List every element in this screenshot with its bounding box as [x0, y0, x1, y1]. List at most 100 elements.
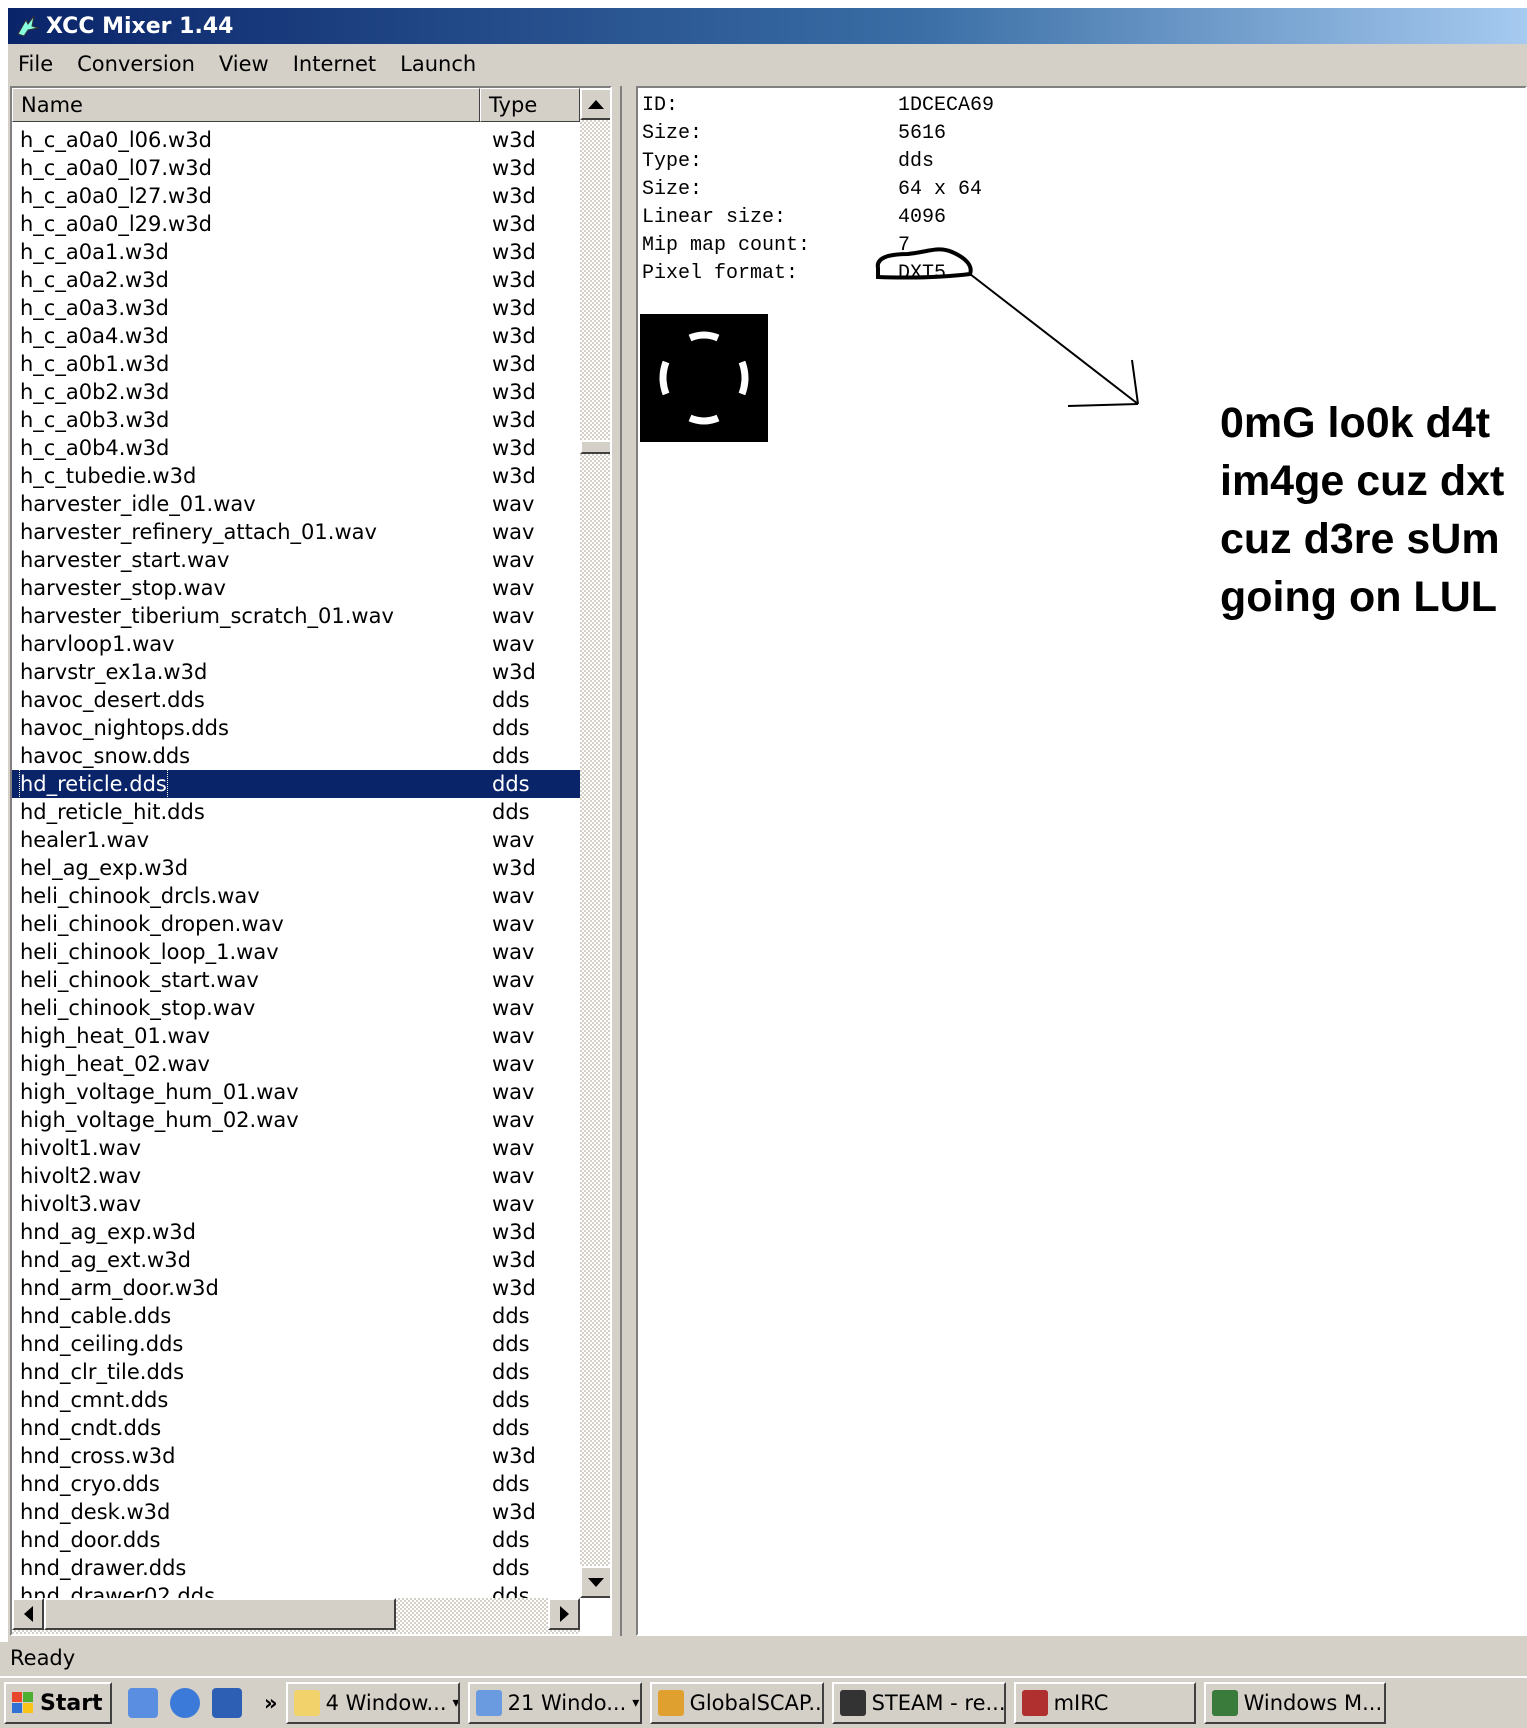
taskbar-button[interactable]: Windows M... [1203, 1682, 1386, 1724]
file-name: h_c_a0a0_l29.w3d [20, 212, 212, 236]
vertical-scrollbar[interactable] [580, 88, 610, 1598]
taskbar-button[interactable]: GlobalSCAP... [649, 1682, 824, 1724]
annotation-text: 0mG lo0k d4t im4ge cuz dxt cuz d3re sUm … [1220, 394, 1520, 626]
file-name: hnd_ag_ext.w3d [20, 1248, 191, 1272]
file-row[interactable]: high_heat_02.wav wav [12, 1050, 580, 1078]
scroll-down-button[interactable] [580, 1566, 610, 1598]
file-row[interactable]: hnd_cross.w3d w3d [12, 1442, 580, 1470]
file-row[interactable]: high_voltage_hum_01.wav wav [12, 1078, 580, 1106]
scroll-up-button[interactable] [580, 88, 610, 120]
file-row[interactable]: h_c_a0a0_l27.w3d w3d [12, 182, 580, 210]
file-row[interactable]: hnd_cable.dds dds [12, 1302, 580, 1330]
file-row[interactable]: hnd_ag_ext.w3d w3d [12, 1246, 580, 1274]
file-row[interactable]: h_c_a0a4.w3d w3d [12, 322, 580, 350]
file-row[interactable]: hnd_desk.w3d w3d [12, 1498, 580, 1526]
annotation-circle [875, 247, 973, 280]
file-row[interactable]: harvester_start.wav wav [12, 546, 580, 574]
file-name: h_c_a0a0_l07.w3d [20, 156, 212, 180]
file-row[interactable]: h_c_a0b2.w3d w3d [12, 378, 580, 406]
file-row[interactable]: h_c_a0b3.w3d w3d [12, 406, 580, 434]
file-row[interactable]: hivolt1.wav wav [12, 1134, 580, 1162]
ie-refresh-icon[interactable] [128, 1688, 158, 1718]
start-button[interactable]: Start [4, 1682, 112, 1724]
folder-icon [293, 1690, 320, 1716]
file-row[interactable]: hivolt2.wav wav [12, 1162, 580, 1190]
file-name: heli_chinook_dropen.wav [20, 912, 284, 936]
file-row[interactable]: h_c_a0a1.w3d w3d [12, 238, 580, 266]
file-row[interactable]: h_c_a0a2.w3d w3d [12, 266, 580, 294]
file-row[interactable]: h_c_tubedie.w3d w3d [12, 462, 580, 490]
column-header-type[interactable]: Type [480, 88, 580, 122]
file-row[interactable]: hd_reticle.dds dds [12, 769, 580, 799]
file-row[interactable]: h_c_a0a0_l06.w3d w3d [12, 126, 580, 154]
file-row[interactable]: hd_reticle_hit.dds dds [12, 798, 580, 826]
file-row[interactable]: high_voltage_hum_02.wav wav [12, 1106, 580, 1134]
internet-explorer-icon[interactable] [170, 1688, 200, 1718]
file-row[interactable]: harvester_tiberium_scratch_01.wav wav [12, 602, 580, 630]
taskbar-button[interactable]: 21 Windo... ▾ [467, 1682, 642, 1724]
xcc-app-icon[interactable] [16, 14, 40, 38]
menu-internet[interactable]: Internet [293, 52, 376, 76]
file-type: dds [492, 688, 530, 712]
file-row[interactable]: hel_ag_exp.w3d w3d [12, 854, 580, 882]
taskbar-button[interactable]: 4 Window... ▾ [285, 1682, 460, 1724]
users-icon [475, 1690, 502, 1716]
file-row[interactable]: h_c_a0a3.w3d w3d [12, 294, 580, 322]
file-row[interactable]: hnd_ceiling.dds dds [12, 1330, 580, 1358]
arrow-left-icon [23, 1606, 33, 1622]
file-row[interactable]: havoc_nightops.dds dds [12, 714, 580, 742]
file-row[interactable]: heli_chinook_dropen.wav wav [12, 910, 580, 938]
file-row[interactable]: harvstr_ex1a.w3d w3d [12, 658, 580, 686]
file-row[interactable]: h_c_a0b4.w3d w3d [12, 434, 580, 462]
file-row[interactable]: healer1.wav wav [12, 826, 580, 854]
scroll-right-button[interactable] [548, 1598, 580, 1630]
quick-launch-overflow-button[interactable]: » [264, 1691, 278, 1715]
file-row[interactable]: harvloop1.wav wav [12, 630, 580, 658]
file-row[interactable]: harvester_stop.wav wav [12, 574, 580, 602]
scroll-left-button[interactable] [12, 1598, 44, 1630]
horizontal-scrollbar[interactable] [12, 1598, 580, 1634]
file-row[interactable]: h_c_a0b1.w3d w3d [12, 350, 580, 378]
file-name: h_c_a0a0_l27.w3d [20, 184, 212, 208]
file-row[interactable]: harvester_idle_01.wav wav [12, 490, 580, 518]
file-row[interactable]: hnd_arm_door.w3d w3d [12, 1274, 580, 1302]
word-icon[interactable] [212, 1688, 242, 1718]
taskbar-button[interactable]: STEAM - re... [831, 1682, 1006, 1724]
file-row[interactable]: h_c_a0a0_l07.w3d w3d [12, 154, 580, 182]
file-list[interactable]: Name Type h_c_a0a0_l06.w3d w3d h_c_a0a0_l0… [10, 86, 612, 1636]
menu-launch[interactable]: Launch [400, 52, 476, 76]
file-row[interactable]: hnd_drawer.dds dds [12, 1554, 580, 1582]
file-row[interactable]: hnd_cmnt.dds dds [12, 1386, 580, 1414]
menu-file[interactable]: File [18, 52, 53, 76]
menu-conversion[interactable]: Conversion [77, 52, 195, 76]
file-row[interactable]: hnd_cndt.dds dds [12, 1414, 580, 1442]
file-type: dds [492, 716, 530, 740]
file-row[interactable]: havoc_snow.dds dds [12, 742, 580, 770]
file-row[interactable]: hnd_cryo.dds dds [12, 1470, 580, 1498]
pane-splitter[interactable] [620, 86, 630, 1636]
file-row[interactable]: h_c_a0a0_l29.w3d w3d [12, 210, 580, 238]
file-type: w3d [492, 1444, 536, 1468]
file-row[interactable]: heli_chinook_drcls.wav wav [12, 882, 580, 910]
file-row[interactable]: hnd_clr_tile.dds dds [12, 1358, 580, 1386]
file-type: w3d [492, 352, 536, 376]
file-type: dds [492, 744, 530, 768]
horizontal-scroll-thumb[interactable] [44, 1598, 396, 1630]
file-row[interactable]: hnd_ag_exp.w3d w3d [12, 1218, 580, 1246]
taskbar-button[interactable]: mIRC [1013, 1682, 1196, 1724]
file-row[interactable]: heli_chinook_loop_1.wav wav [12, 938, 580, 966]
file-row[interactable]: havoc_desert.dds dds [12, 686, 580, 714]
file-row[interactable]: heli_chinook_stop.wav wav [12, 994, 580, 1022]
file-row[interactable]: hivolt3.wav wav [12, 1190, 580, 1218]
file-type: w3d [492, 1276, 536, 1300]
file-row[interactable]: harvester_refinery_attach_01.wav wav [12, 518, 580, 546]
column-header-name[interactable]: Name [12, 88, 480, 122]
file-row[interactable]: hnd_door.dds dds [12, 1526, 580, 1554]
menu-view[interactable]: View [219, 52, 269, 76]
file-row[interactable]: heli_chinook_start.wav wav [12, 966, 580, 994]
file-row[interactable]: high_heat_01.wav wav [12, 1022, 580, 1050]
vertical-scroll-thumb[interactable] [580, 440, 610, 454]
file-type: wav [492, 520, 535, 544]
annotation-line: im4ge cuz dxt [1220, 457, 1505, 505]
file-type: wav [492, 548, 535, 572]
